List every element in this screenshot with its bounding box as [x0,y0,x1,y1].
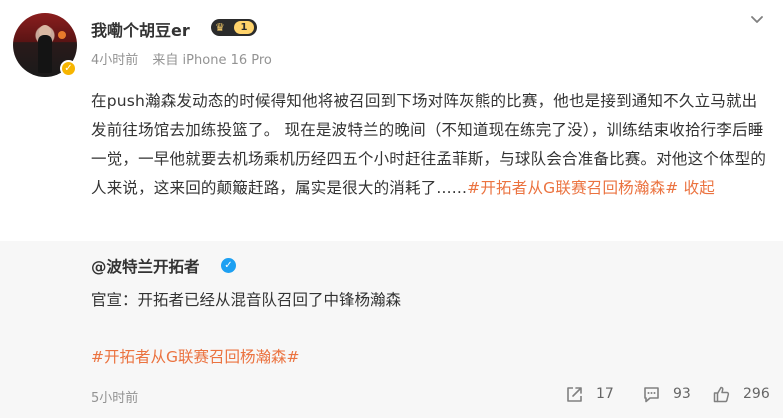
thumbs-up-icon [713,386,730,402]
repost-button[interactable]: 17 [565,384,614,404]
vip-badge[interactable]: ♛ 1 [211,19,257,36]
post-meta: 4小时前 来自 iPhone 16 Pro [91,49,272,68]
collapse-link[interactable]: 收起 [684,179,715,197]
like-count: 296 [743,386,770,402]
comment-count: 93 [673,386,691,402]
vip-level: 1 [234,21,254,34]
blue-verified-icon: ✓ [221,258,236,273]
share-icon [567,386,582,402]
comment-button[interactable]: 93 [642,384,691,404]
username[interactable]: 我嘞个胡豆er [91,17,190,41]
verified-badge-icon: ✓ [60,60,77,77]
repost-author[interactable]: @波特兰开拓者 [91,255,200,277]
repost-hashtag[interactable]: #开拓者从G联赛召回杨瀚森# [91,345,300,367]
repost-text: 官宣：开拓者已经从混音队召回了中锋杨瀚森 [91,291,402,309]
post-source: 来自 iPhone 16 Pro [152,53,272,68]
post-time[interactable]: 4小时前 [91,53,138,68]
post-hashtag[interactable]: #开拓者从G联赛召回杨瀚森# [467,179,678,197]
chevron-down-icon[interactable] [748,10,766,28]
post-body: 在push瀚森发动态的时候得知他将被召回到下场对阵灰熊的比赛，他也是接到通知不久… [91,87,771,203]
crown-icon: ♛ [215,21,225,34]
comment-icon [644,386,659,402]
avatar-ball [58,31,66,39]
repost-count: 17 [596,386,614,402]
weibo-post-card: ✓ 我嘞个胡豆er ♛ 1 4小时前 来自 iPhone 16 Pro 在pus… [0,0,783,418]
avatar-figure [38,35,52,73]
repost-time[interactable]: 5小时前 [91,387,138,406]
like-button[interactable]: 296 [712,384,770,404]
repost-panel[interactable]: @波特兰开拓者 ✓ 官宣：开拓者已经从混音队召回了中锋杨瀚森 #开拓者从G联赛召… [0,241,783,418]
